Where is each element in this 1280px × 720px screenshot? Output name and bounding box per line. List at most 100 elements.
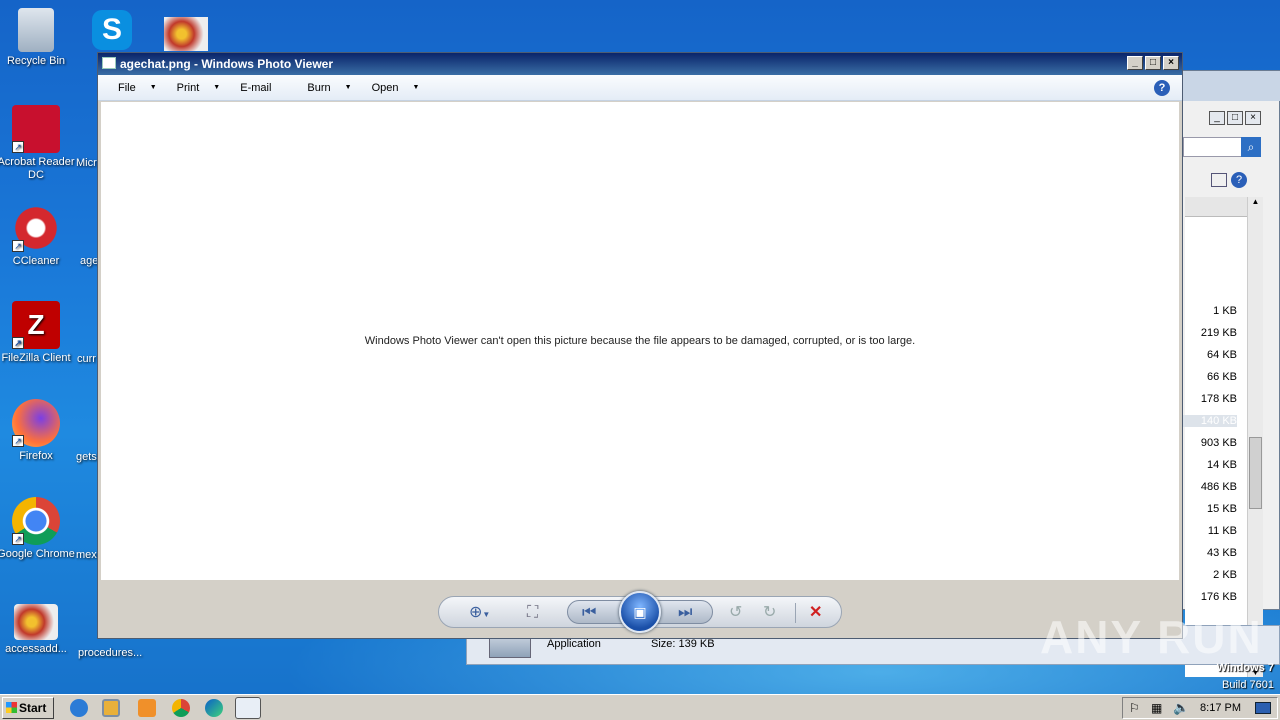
image-file-icon[interactable] [164,17,208,51]
file-size: 486 KB [1200,481,1237,493]
network-icon[interactable]: ▦ [1151,701,1162,715]
maximize-button[interactable]: □ [1145,56,1161,70]
watermark: ANY RUN [1040,611,1263,663]
internet-explorer-icon[interactable] [70,699,88,717]
help-icon[interactable]: ? [1231,172,1247,188]
file-size: 11 KB [1207,525,1237,537]
image-area: Windows Photo Viewer can't open this pic… [101,102,1179,580]
skype-icon[interactable]: S [92,10,132,50]
desktop-icon-label: Firefox [19,450,53,462]
desktop-icon-label: Recycle Bin [6,55,66,67]
image-file-icon [14,604,58,640]
menu-label: Print [176,81,200,94]
desktop-icon-label-partial: Micr [76,157,97,169]
file-size: 903 KB [1200,437,1237,449]
windows-logo-icon [6,702,17,713]
next-icon[interactable]: ⏭ [678,605,692,621]
menu-label: E-mail [240,81,272,94]
desktop-icon-label: Google Chrome [0,548,75,560]
system-tray: ⚐ ▦ 🔈 8:17 PM [1122,697,1278,719]
menu-burn[interactable]: Burn ▼ [297,82,361,94]
desktop-icon-ccleaner[interactable]: ↗ CCleaner [0,204,76,268]
desktop-icon-acrobat[interactable]: ↗ Acrobat Reader DC [0,105,76,182]
desktop-icon-filezilla[interactable]: Z ↗ FileZilla Client [0,301,76,365]
actual-size-icon[interactable]: ⛶ [527,605,538,621]
minimize-button[interactable]: _ [1127,56,1143,70]
explorer-titlebar [1171,71,1280,101]
slideshow-icon[interactable]: ▣ [619,591,661,633]
desktop-icon-firefox[interactable]: ↗ Firefox [0,399,76,463]
taskbar: Start ⚐ ▦ 🔈 8:17 PM [0,694,1280,720]
file-list[interactable]: 1 KB 219 KB 64 KB 66 KB 178 KB 140 KB 90… [1177,217,1247,677]
rotate-ccw-icon[interactable]: ↺ [729,605,742,621]
file-size: 176 KB [1200,591,1237,603]
file-size: 66 KB [1207,371,1237,383]
menu-file[interactable]: File ▼ [108,82,167,94]
file-size: 178 KB [1200,393,1237,405]
desktop-icon-label: Acrobat Reader DC [0,156,75,181]
desktop-icon-accessadd[interactable]: accessadd... [0,604,76,656]
error-message: Windows Photo Viewer can't open this pic… [364,335,916,347]
firefox-icon: ↗ [12,399,60,447]
command-bar: File ▼ Print ▼ E-mail Burn ▼ Open ▼ ? [98,75,1182,101]
explorer-window[interactable]: _ □ × ⌕ ? ▲ ▼ 1 KB 219 KB 64 KB 66 KB 17… [1170,70,1280,677]
media-player-icon[interactable] [138,699,156,717]
menu-print[interactable]: Print ▼ [167,82,231,94]
menu-open[interactable]: Open ▼ [362,82,430,94]
start-button[interactable]: Start [2,697,54,719]
desktop-icon-chrome[interactable]: ↗ Google Chrome [0,497,76,561]
scrollbar[interactable]: ▲ ▼ [1247,197,1263,677]
search-input[interactable] [1183,137,1249,157]
details-size: Size: 139 KB [651,638,715,650]
file-size: 219 KB [1200,327,1237,339]
chrome-icon: ↗ [12,497,60,545]
chrome-icon[interactable] [172,699,190,717]
desktop-icon-label-partial: mex [76,549,97,561]
start-label: Start [19,701,47,715]
menu-label: Burn [307,81,331,94]
desktop-icon-recycle-bin[interactable]: Recycle Bin [0,8,76,68]
preview-pane-icon[interactable] [1211,173,1227,187]
file-size: 15 KB [1207,503,1237,515]
edge-icon[interactable] [205,699,223,717]
details-type: Application [547,638,601,650]
file-explorer-icon[interactable] [102,699,120,717]
menu-label: File [118,81,136,94]
file-size: 2 KB [1213,569,1237,581]
file-size-selected: 140 KB [1177,415,1237,427]
photo-viewer-icon [102,57,116,69]
scroll-up-icon[interactable]: ▲ [1248,197,1263,206]
close-button[interactable]: × [1163,56,1179,70]
viewer-titlebar[interactable]: agechat.png - Windows Photo Viewer _ □ × [98,53,1182,75]
chevron-down-icon: ▼ [149,84,157,91]
desktop-icon-label-partial: age [80,255,99,267]
file-size: 43 KB [1207,547,1237,559]
volume-icon[interactable]: 🔈 [1173,700,1189,716]
delete-icon[interactable]: ✕ [809,605,822,621]
desktop-icon-label: accessadd... [5,643,67,655]
previous-icon[interactable]: ⏮ [582,605,596,621]
zoom-icon[interactable]: ⊕▼ [469,605,490,623]
desktop-icon-label-partial: procedures... [78,647,143,659]
search-icon[interactable]: ⌕ [1241,137,1261,157]
flag-icon[interactable]: ⚐ [1129,701,1140,715]
minimize-button[interactable]: _ [1209,111,1225,125]
desktop-icon-label: CCleaner [12,255,60,267]
scrollbar-thumb[interactable] [1249,437,1262,509]
rotate-cw-icon[interactable]: ↻ [763,605,776,621]
playback-controls: ⊕▼ ⛶ ⏮ ⏭ ▣ ↺ ↻ ✕ [438,591,842,633]
photo-viewer-taskbar-icon[interactable] [235,697,261,719]
photo-viewer-window[interactable]: agechat.png - Windows Photo Viewer _ □ ×… [97,52,1183,639]
show-desktop-icon[interactable] [1255,702,1271,714]
column-header[interactable] [1185,197,1251,217]
menu-email[interactable]: E-mail [230,82,281,94]
os-build: Build 7601 [1222,679,1274,691]
desktop-icon-label-partial: gets [76,451,97,463]
close-button[interactable]: × [1245,111,1261,125]
help-icon[interactable]: ? [1154,80,1170,96]
maximize-button[interactable]: □ [1227,111,1243,125]
file-size: 14 KB [1207,459,1237,471]
filezilla-icon: Z ↗ [12,301,60,349]
clock[interactable]: 8:17 PM [1200,702,1241,714]
chevron-down-icon: ▼ [344,84,352,91]
